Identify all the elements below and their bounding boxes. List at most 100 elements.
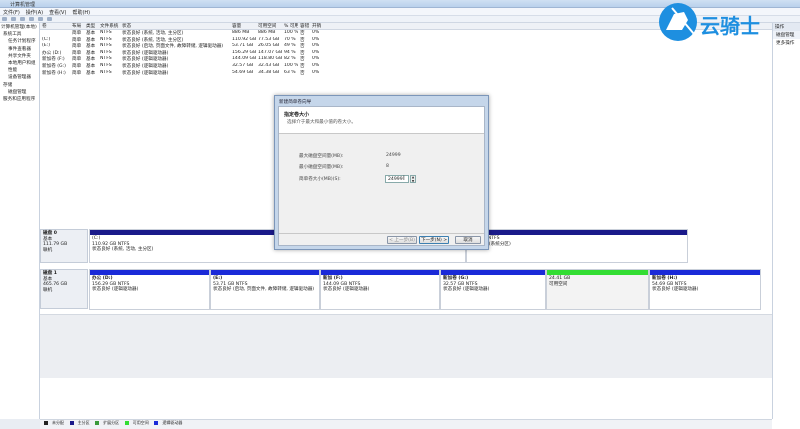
table-cell: 状态良好 (系统, 活动, 主分区) [122, 31, 184, 36]
back-icon[interactable] [2, 17, 7, 21]
table-row[interactable]: 新加卷 (G:) 简单 基本 NTFS 状态良好 (逻辑驱动器) 32.57 GB 32.4… [40, 63, 772, 70]
col-capacity[interactable]: 容量 [230, 23, 256, 29]
table-cell: 基本 [86, 37, 96, 43]
col-volume[interactable]: 卷 [40, 23, 70, 29]
table-cell: 82 % [284, 56, 296, 62]
col-layout[interactable]: 布局 [70, 23, 84, 29]
table-cell: 147.07 GB [258, 49, 282, 55]
disk1-state: 联机 [43, 287, 53, 293]
disk-map: 磁盘 0 基本 111.79 GB 联机 (C:) 110.92 GB NTFS… [40, 228, 772, 378]
tree-local-users[interactable]: 本地用户和组 [0, 60, 39, 67]
table-cell: NTFS [100, 49, 112, 55]
tree-performance[interactable]: 性能 [0, 67, 39, 74]
cancel-button[interactable]: 取消 [455, 236, 481, 244]
col-type[interactable]: 类型 [84, 23, 98, 29]
tree-shared-folders[interactable]: 共享文件夹 [0, 53, 39, 60]
table-cell: 状态良好 (启动, 页面文件, 故障转储, 逻辑驱动器) [122, 44, 224, 50]
disk1-free-space[interactable]: 24.41 GB 可用空间 [546, 269, 649, 310]
tree-system-tools[interactable]: 系统工具 [0, 31, 39, 38]
table-cell: NTFS [100, 43, 112, 49]
table-cell: 63 % [284, 69, 296, 75]
disk1-partition-d[interactable]: 办公 (D:) 156.29 GB NTFS 状态良好 (逻辑驱动器) [89, 269, 210, 310]
col-fs[interactable]: 文件系统 [98, 23, 120, 29]
volume-size-input[interactable]: 24999 [385, 175, 409, 183]
tree-event-viewer[interactable]: 事件查看器 [0, 46, 39, 53]
tree-storage[interactable]: 存储 [0, 82, 39, 89]
table-cell: 0% [312, 69, 320, 75]
table-cell: 简单 [72, 44, 82, 50]
logo-text: 云骑士 [700, 14, 760, 38]
table-cell: NTFS [100, 30, 112, 35]
col-free[interactable]: 可用空间 [256, 23, 282, 29]
help-icon[interactable] [38, 17, 43, 21]
table-cell: 0% [312, 62, 320, 68]
table-cell: (C:) [42, 36, 51, 42]
properties-icon[interactable] [29, 17, 34, 21]
table-row[interactable]: 新加卷 (H:) 简单 基本 NTFS 状态良好 (逻辑驱动器) 54.69 GB 34.3… [40, 70, 772, 77]
partition-status: 状态良好 (启动, 页面文件, 故障转储, 逻辑驱动器) [213, 287, 315, 293]
legend-extended: 扩展分区 [103, 420, 120, 425]
tree-task-scheduler[interactable]: 任务计划程序 [0, 38, 39, 45]
disk1-partition-g[interactable]: 新加卷 (G:) 32.57 GB NTFS 状态良好 (逻辑驱动器) [440, 269, 546, 310]
table-cell: 110.92 GB [232, 36, 256, 42]
legend-free-swatch [124, 421, 129, 425]
table-cell: 118.80 GB [258, 56, 282, 62]
col-percent[interactable]: % 可用 [282, 23, 298, 29]
more-actions[interactable]: 更多操作 [773, 39, 800, 47]
col-status[interactable]: 状态 [120, 23, 230, 29]
table-cell: 70 % [284, 36, 296, 42]
disk0-partition-system[interactable]: 886 MB NTFS 状态良好 (系统分区) [466, 229, 688, 263]
table-cell: 状态良好 (逻辑驱动器) [122, 57, 169, 63]
legend-logical-swatch [154, 421, 159, 425]
disk1-partition-f[interactable]: 新加 (F:) 144.09 GB NTFS 状态良好 (逻辑驱动器) [320, 269, 440, 310]
table-cell: 0% [312, 30, 320, 35]
dialog-header: 指定卷大小 选择介于最大和最小值的卷大小。 [279, 107, 484, 134]
table-cell: 156.29 GB [232, 49, 256, 55]
table-cell: 54.69 GB [232, 69, 254, 75]
table-row[interactable]: 新加卷 (F:) 简单 基本 NTFS 状态良好 (逻辑驱动器) 144.09 GB 118… [40, 56, 772, 63]
actions-section[interactable]: 磁盘管理 [773, 31, 800, 39]
table-row[interactable]: 办公 (D:) 简单 基本 NTFS 状态良好 (逻辑驱动器) 156.29 GB 147.… [40, 50, 772, 57]
table-cell: 基本 [86, 57, 96, 63]
refresh-icon[interactable] [47, 17, 52, 21]
partition-color-bar [211, 270, 319, 275]
tree-root[interactable]: 计算机管理(本地) [0, 24, 39, 31]
disk1-label: 磁盘 1 基本 465.76 GB 联机 [40, 269, 88, 309]
table-cell: 简单 [72, 70, 82, 76]
min-size-label: 最小磁盘空间量(MB): [299, 165, 344, 170]
disk1-partition-h[interactable]: 新加卷 (H:) 54.69 GB NTFS 状态良好 (逻辑驱动器) [649, 269, 761, 310]
table-cell: 状态良好 (系统, 活动, 主分区) [122, 37, 184, 43]
up-icon[interactable] [20, 17, 25, 21]
volume-size-value: 24999 [388, 177, 403, 182]
partition-color-bar [90, 270, 209, 275]
table-cell: 否 [300, 50, 305, 56]
table-cell: 53.71 GB [232, 43, 254, 49]
back-button[interactable]: < 上一步(B) [387, 236, 417, 244]
legend-extended-swatch [95, 421, 100, 425]
watermark-logo: 云骑士 [654, 0, 774, 48]
table-cell: 0% [312, 49, 320, 55]
col-overhead[interactable]: 开销 [310, 23, 324, 29]
forward-icon[interactable] [11, 17, 16, 21]
table-cell: 状态良好 (逻辑驱动器) [122, 63, 169, 69]
next-button[interactable]: 下一步(N) > [419, 236, 449, 244]
table-cell: 否 [300, 57, 305, 63]
table-cell: NTFS [100, 56, 112, 62]
disk1-partition-e[interactable]: (E:) 53.71 GB NTFS 状态良好 (启动, 页面文件, 故障转储,… [210, 269, 320, 310]
col-fault[interactable]: 容错 [298, 23, 310, 29]
table-cell [40, 30, 70, 37]
tree-disk-management[interactable]: 磁盘管理 [0, 89, 39, 96]
text-cursor-icon: I [403, 175, 405, 182]
table-cell: 基本 [86, 70, 96, 76]
min-size-value: 8 [386, 164, 389, 169]
legend-bar: 未分配 主分区 扩展分区 可用空间 逻辑驱动器 [40, 419, 772, 429]
table-cell: NTFS [100, 36, 112, 42]
tree-services[interactable]: 服务和应用程序 [0, 96, 39, 103]
table-cell: 基本 [86, 44, 96, 50]
max-size-value: 24999 [386, 153, 401, 158]
tree-device-manager[interactable]: 设备管理器 [0, 74, 39, 81]
table-cell: 94 % [284, 49, 296, 55]
volume-size-spinner[interactable]: ▲ ▼ [410, 175, 416, 183]
table-cell: 否 [300, 70, 305, 76]
window-title: 计算机管理 [10, 2, 36, 8]
